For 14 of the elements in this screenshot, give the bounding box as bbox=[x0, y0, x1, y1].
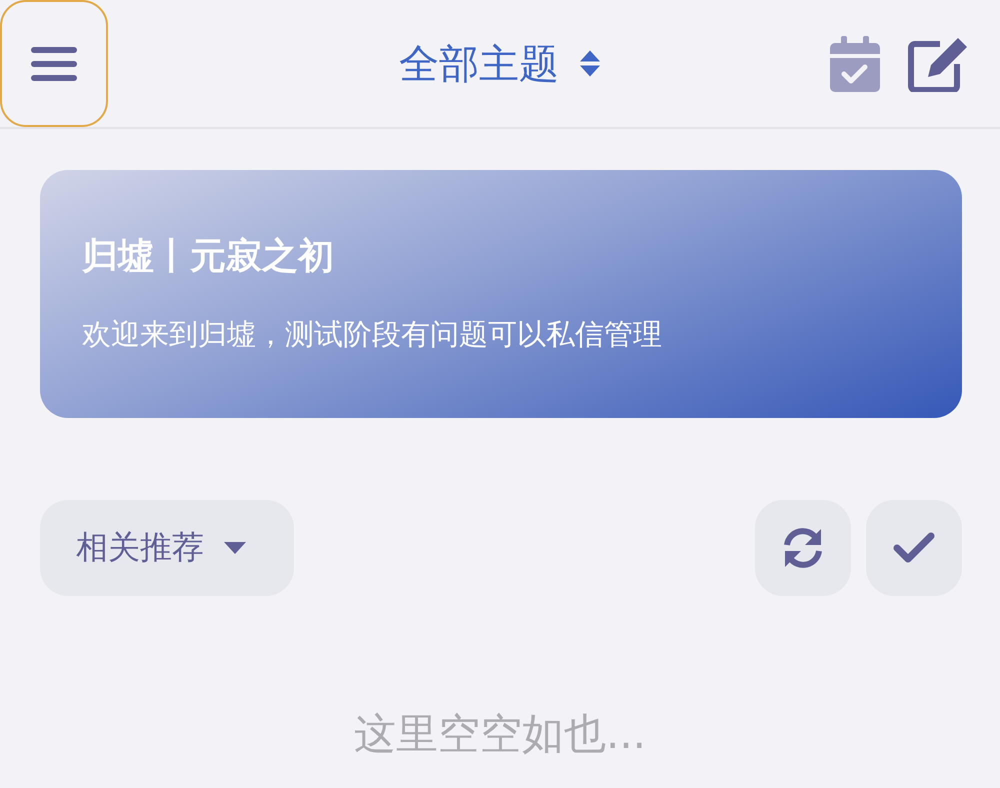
edit-icon[interactable] bbox=[908, 36, 970, 92]
menu-button[interactable] bbox=[0, 0, 108, 127]
empty-message: 这里空空如也... bbox=[354, 708, 646, 760]
refresh-button[interactable] bbox=[755, 500, 851, 596]
sort-icon bbox=[579, 48, 601, 78]
recommend-dropdown[interactable]: 相关推荐 bbox=[40, 500, 294, 596]
refresh-icon bbox=[781, 526, 825, 570]
confirm-button[interactable] bbox=[866, 500, 962, 596]
calendar-check-icon[interactable] bbox=[830, 36, 880, 92]
topic-selector[interactable]: 全部主题 bbox=[399, 36, 601, 91]
banner-subtitle: 欢迎来到归墟，测试阶段有问题可以私信管理 bbox=[82, 316, 662, 353]
check-icon bbox=[892, 531, 936, 565]
banner-title: 归墟丨元寂之初 bbox=[82, 235, 334, 279]
caret-icon bbox=[224, 542, 246, 554]
